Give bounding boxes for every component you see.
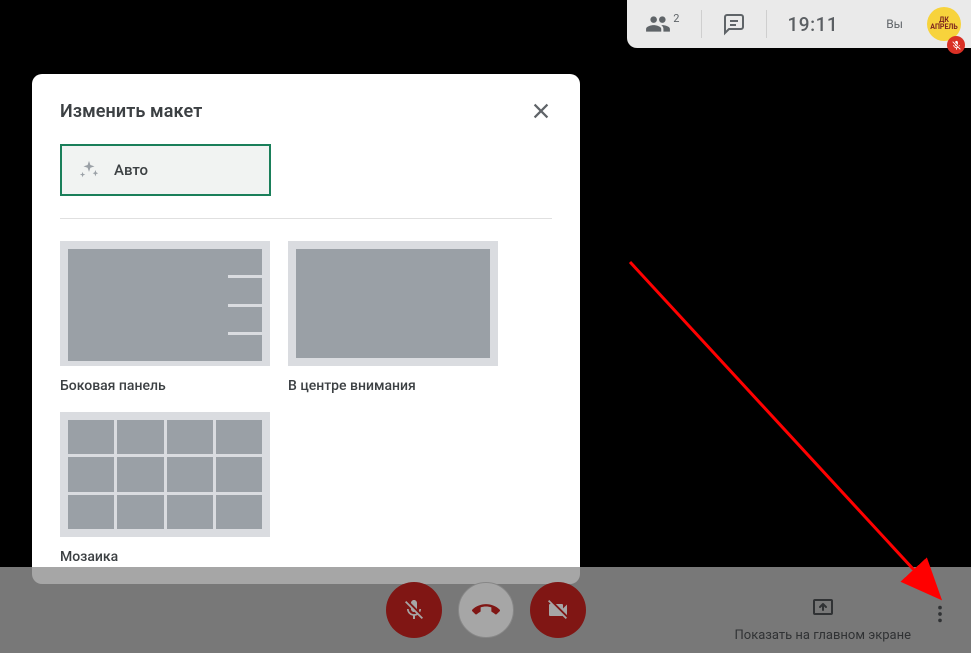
clock-time: 19:11 bbox=[787, 13, 838, 36]
mosaic-thumbnail bbox=[60, 412, 270, 537]
spotlight-label: В центре внимания bbox=[288, 378, 498, 394]
more-vertical-icon bbox=[929, 603, 951, 625]
present-icon bbox=[811, 596, 835, 620]
meeting-top-bar: 2 19:11 Вы ДК АПРЕЛЬ bbox=[627, 0, 971, 48]
people-icon bbox=[645, 11, 671, 37]
divider bbox=[766, 10, 767, 38]
mic-off-icon bbox=[951, 40, 962, 51]
chat-icon bbox=[722, 12, 746, 36]
self-label: Вы bbox=[886, 17, 903, 31]
mic-off-icon bbox=[402, 598, 426, 622]
dialog-header: Изменить макет bbox=[60, 100, 552, 122]
avatar-text: ДК АПРЕЛЬ bbox=[927, 17, 961, 31]
sparkle-icon bbox=[78, 159, 100, 181]
present-label: Показать на главном экране bbox=[735, 628, 911, 643]
divider bbox=[60, 218, 552, 219]
mosaic-label: Мозаика bbox=[60, 549, 270, 565]
participants-count: 2 bbox=[673, 12, 679, 25]
camera-button[interactable] bbox=[530, 582, 586, 638]
layout-option-sidebar[interactable]: Боковая панель bbox=[60, 241, 270, 394]
spotlight-thumbnail bbox=[288, 241, 498, 366]
close-button[interactable] bbox=[530, 100, 552, 122]
divider bbox=[701, 10, 702, 38]
chat-button[interactable] bbox=[722, 12, 746, 36]
hangup-button[interactable] bbox=[458, 582, 514, 638]
close-icon bbox=[530, 100, 552, 122]
more-options-button[interactable] bbox=[923, 597, 957, 631]
sidebar-label: Боковая панель bbox=[60, 378, 270, 394]
dialog-title: Изменить макет bbox=[60, 101, 202, 122]
auto-label: Авто bbox=[114, 161, 148, 179]
phone-hangup-icon bbox=[472, 596, 500, 624]
layout-options-grid: Боковая панель В центре внимания Мозаика bbox=[60, 241, 552, 565]
layout-option-auto[interactable]: Авто bbox=[60, 144, 271, 196]
layout-option-spotlight[interactable]: В центре внимания bbox=[288, 241, 498, 394]
mute-button[interactable] bbox=[386, 582, 442, 638]
bottom-controls-bar: Показать на главном экране bbox=[0, 567, 971, 653]
camera-off-icon bbox=[546, 598, 570, 622]
mic-muted-badge bbox=[947, 36, 965, 54]
sidebar-thumbnail bbox=[60, 241, 270, 366]
present-screen-button[interactable]: Показать на главном экране bbox=[735, 596, 911, 643]
layout-option-mosaic[interactable]: Мозаика bbox=[60, 412, 270, 565]
call-controls bbox=[386, 582, 586, 638]
change-layout-dialog: Изменить макет Авто Боковая панель В цен… bbox=[32, 74, 580, 584]
participants-button[interactable]: 2 bbox=[645, 11, 681, 37]
